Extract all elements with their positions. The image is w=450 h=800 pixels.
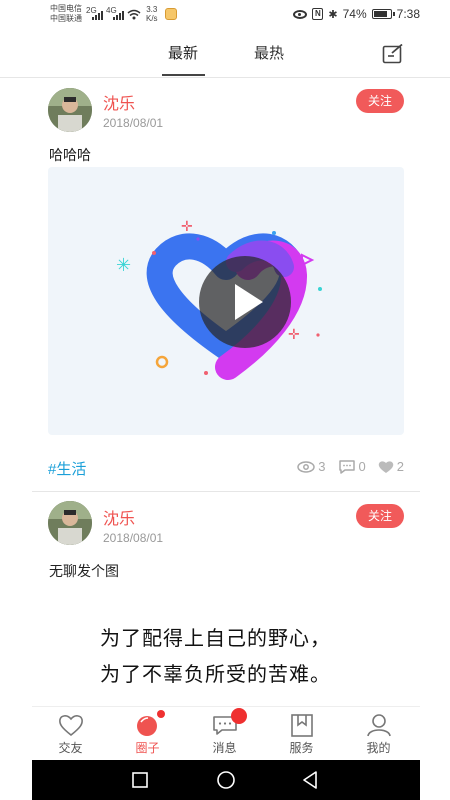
bluetooth-icon: ✱ [328, 8, 338, 21]
system-navigation-bar [32, 760, 420, 800]
heart-icon [378, 460, 394, 473]
carrier-1: 中国电信 [50, 4, 82, 13]
post-text: 哈哈哈 [49, 147, 91, 163]
svg-text:✳: ✳ [116, 255, 131, 275]
view-count: 3 [297, 459, 326, 474]
nav-label: 服务 [289, 741, 314, 755]
comment-icon [338, 460, 355, 474]
avatar[interactable] [48, 501, 92, 545]
status-bar: 中国电信 中国联通 2G 4G 3.3 K/s N ✱ 74% 7:38 [0, 0, 450, 30]
post-text: 无聊发个图 [49, 563, 119, 579]
nav-label: 交友 [58, 741, 83, 755]
wifi-icon [127, 9, 141, 20]
back-icon[interactable] [302, 771, 318, 789]
active-tab-indicator [162, 74, 205, 76]
clock: 7:38 [396, 7, 420, 21]
carrier-names: 中国电信 中国联通 [50, 4, 82, 24]
image-text-line-2: 为了不辜负所受的苦难。 [100, 662, 331, 686]
nav-label: 我的 [366, 741, 391, 755]
nav-label: 圈子 [135, 741, 160, 755]
nav-messages[interactable]: 消息 [186, 707, 263, 761]
recent-apps-icon[interactable] [132, 772, 148, 788]
carrier-2: 中国联通 [50, 14, 82, 23]
nav-me[interactable]: 我的 [340, 707, 417, 761]
username[interactable]: 沈乐 [103, 90, 135, 114]
post-stats: 3 0 2 [297, 459, 404, 474]
avatar[interactable] [48, 88, 92, 132]
app-notification-icon [165, 8, 177, 20]
edit-icon[interactable] [382, 44, 404, 64]
nav-circle[interactable]: 圈子 [109, 707, 186, 761]
battery-percent: 74% [342, 7, 367, 21]
tab-latest[interactable]: 最新 [168, 42, 198, 63]
network-speed: 3.3 K/s [146, 5, 158, 23]
nav-friends[interactable]: 交友 [32, 707, 109, 761]
home-icon[interactable] [217, 771, 235, 789]
signal-icon [92, 10, 104, 20]
post-date: 2018/08/01 [103, 531, 164, 545]
heart-icon [59, 715, 83, 737]
signal-icon-2 [113, 10, 125, 20]
svg-text:✛: ✛ [181, 218, 193, 234]
status-right: N ✱ 74% 7:38 [293, 7, 420, 21]
bookmark-icon [291, 714, 313, 737]
video-thumbnail[interactable]: ✳ ✛ ✛ [48, 167, 404, 435]
post-divider [32, 491, 420, 492]
post-date: 2018/08/01 [103, 116, 164, 130]
person-icon [367, 714, 391, 737]
follow-button[interactable]: 关注 [356, 504, 404, 528]
nfc-icon: N [312, 8, 324, 20]
post-image[interactable]: 为了配得上自己的野心， 为了不辜负所受的苦难。 [100, 620, 331, 692]
nav-services[interactable]: 服务 [263, 707, 340, 761]
notification-badge [157, 710, 165, 718]
eye-icon [293, 9, 308, 19]
tab-hottest[interactable]: 最热 [254, 42, 284, 63]
nav-label: 消息 [212, 741, 237, 755]
image-text-line-1: 为了配得上自己的野心， [100, 626, 331, 650]
like-count[interactable]: 2 [378, 459, 404, 474]
notification-badge [231, 708, 247, 724]
comment-count[interactable]: 0 [338, 459, 366, 474]
username[interactable]: 沈乐 [103, 505, 135, 529]
topic-tag[interactable]: #生活 [48, 458, 86, 479]
bottom-nav: 交友 圈子 消息 服务 我的 [32, 706, 420, 760]
eye-icon [297, 460, 316, 473]
play-button[interactable] [199, 256, 291, 348]
battery-icon [371, 9, 395, 19]
follow-button[interactable]: 关注 [356, 89, 404, 113]
header: 最新 最热 [0, 30, 450, 78]
